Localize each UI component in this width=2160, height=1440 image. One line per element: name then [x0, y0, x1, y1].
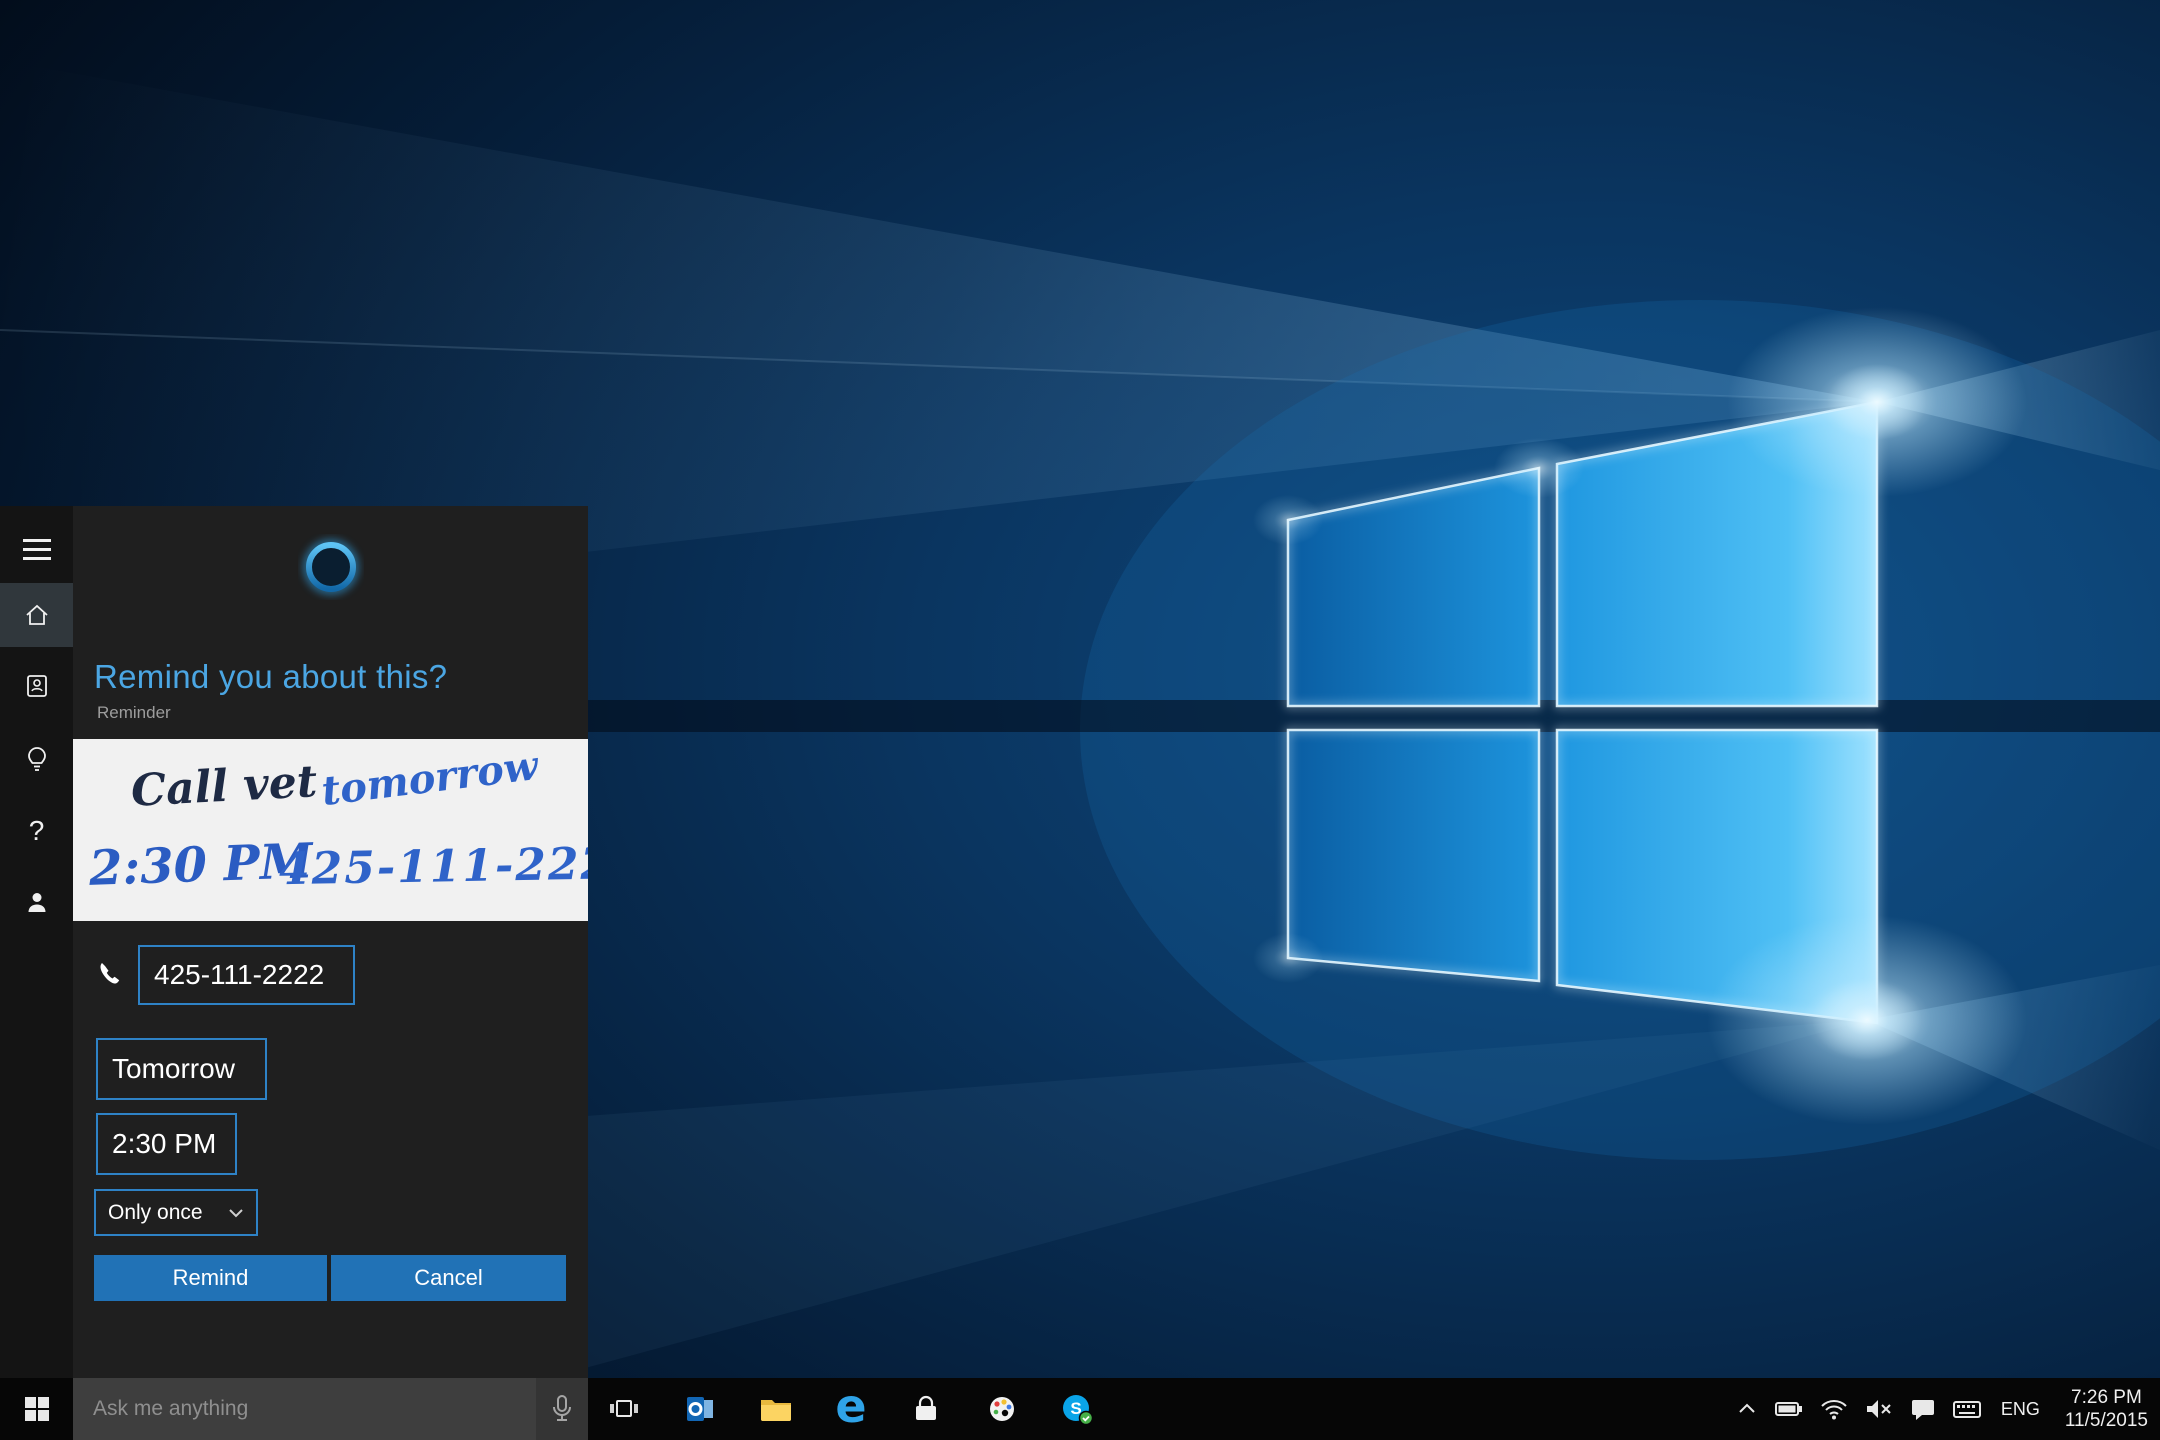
tray-language[interactable]: ENG: [1997, 1399, 2044, 1420]
paint-palette-icon: [986, 1393, 1018, 1425]
tray-clock[interactable]: 7:26 PM 11/5/2015: [2059, 1386, 2148, 1432]
task-view-button[interactable]: [595, 1378, 653, 1440]
help-icon: ?: [29, 815, 45, 847]
phone-field-row: 425-111-2222: [73, 945, 588, 1005]
task-view-icon: [608, 1395, 640, 1423]
ink-text-tomorrow: tomorrow: [319, 742, 541, 815]
ink-text-call-vet: Call vet: [130, 756, 319, 817]
phone-number-field[interactable]: 425-111-2222: [138, 945, 355, 1005]
hamburger-menu-button[interactable]: [0, 517, 73, 581]
tray-network[interactable]: [1819, 1396, 1849, 1422]
cortana-panel: Remind you about this? Reminder Call vet…: [73, 506, 588, 1378]
taskbar-app-skype[interactable]: S: [1048, 1378, 1106, 1440]
hamburger-icon: [23, 539, 51, 560]
system-tray: ENG 7:26 PM 11/5/2015: [1735, 1378, 2160, 1440]
store-icon: [910, 1393, 942, 1425]
chevron-down-icon: [228, 1208, 244, 1218]
touch-keyboard-icon: [1952, 1396, 1982, 1422]
windows-start-icon: [23, 1395, 51, 1423]
taskbar-app-paint[interactable]: [973, 1378, 1031, 1440]
wifi-icon: [1819, 1396, 1849, 1422]
edge-icon: e: [835, 1383, 866, 1429]
ink-text-phone: 425-111-2222: [279, 838, 588, 895]
taskbar-app-file-explorer[interactable]: [747, 1378, 805, 1440]
recurrence-dropdown[interactable]: Only once: [94, 1189, 258, 1236]
taskbar-app-store[interactable]: [897, 1378, 955, 1440]
home-icon: [23, 601, 51, 629]
action-center-icon: [1909, 1396, 1937, 1422]
microphone-button[interactable]: [536, 1378, 588, 1440]
reminder-section-label: Reminder: [97, 703, 171, 723]
taskbar-app-outlook[interactable]: [671, 1378, 729, 1440]
tray-action-center[interactable]: [1909, 1396, 1937, 1422]
desktop: ? Remind you about this? Re: [0, 0, 2160, 1440]
chevron-up-icon: [1735, 1398, 1759, 1420]
remind-button[interactable]: Remind: [94, 1255, 327, 1301]
skype-status-check: [1080, 1412, 1093, 1425]
recurrence-value: Only once: [108, 1201, 203, 1225]
sidebar-item-feedback[interactable]: [0, 870, 73, 934]
phone-icon: [95, 959, 125, 989]
lightbulb-icon: [23, 745, 51, 773]
cancel-button[interactable]: Cancel: [331, 1255, 566, 1301]
sidebar-item-reminders[interactable]: [0, 727, 73, 791]
cortana-sidebar: ?: [0, 506, 73, 1378]
volume-muted-icon: [1864, 1396, 1894, 1422]
clock-date: 11/5/2015: [2065, 1409, 2148, 1432]
cortana-heading: Remind you about this?: [94, 658, 447, 696]
battery-icon: [1774, 1396, 1804, 1422]
clock-time: 7:26 PM: [2071, 1386, 2142, 1409]
tray-volume[interactable]: [1864, 1396, 1894, 1422]
cortana-logo: [298, 534, 364, 600]
date-field[interactable]: Tomorrow: [96, 1038, 267, 1100]
sidebar-item-help[interactable]: ?: [0, 799, 73, 863]
ink-note-preview: Call vet tomorrow 2:30 PM 425-111-2222: [73, 739, 588, 921]
feedback-person-icon: [23, 888, 51, 916]
microphone-icon: [551, 1394, 573, 1424]
sidebar-item-home[interactable]: [0, 583, 73, 647]
tray-overflow-button[interactable]: [1735, 1398, 1759, 1420]
search-box: [73, 1378, 588, 1440]
start-button[interactable]: [0, 1378, 73, 1440]
search-input[interactable]: [73, 1378, 527, 1440]
outlook-icon: [684, 1393, 716, 1425]
notebook-icon: [23, 672, 51, 700]
tray-battery[interactable]: [1774, 1396, 1804, 1422]
tray-touch-keyboard[interactable]: [1952, 1396, 1982, 1422]
time-field[interactable]: 2:30 PM: [96, 1113, 237, 1175]
taskbar-app-edge[interactable]: e: [822, 1378, 880, 1440]
skype-icon: S: [1060, 1392, 1094, 1426]
file-explorer-icon: [759, 1394, 793, 1424]
sidebar-item-notebook[interactable]: [0, 654, 73, 718]
